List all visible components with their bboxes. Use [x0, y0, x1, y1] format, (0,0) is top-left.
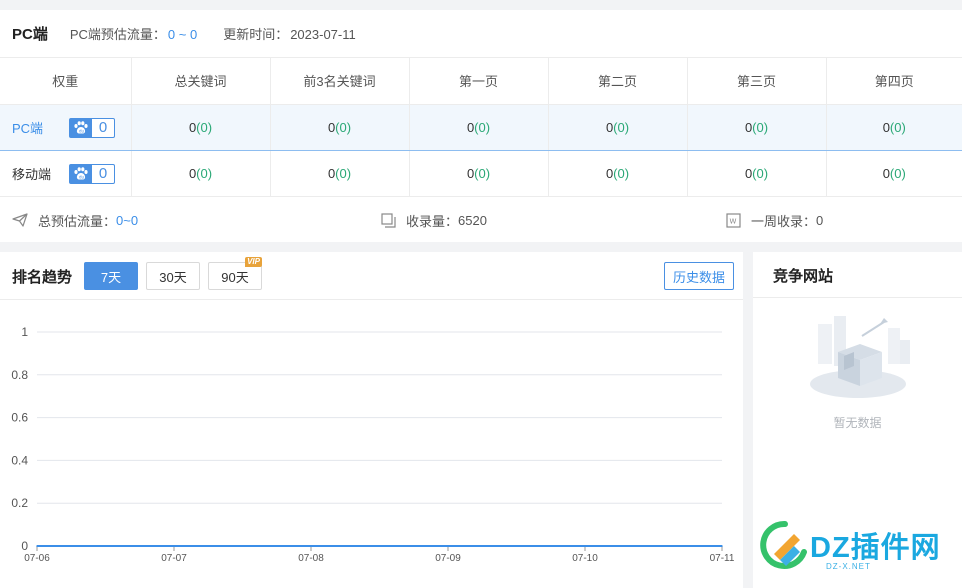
dz-logo-icon	[760, 520, 807, 569]
y-tick-label: 0.6	[11, 411, 28, 425]
total-traffic: 总预估流量： 0~0	[12, 211, 138, 230]
rank-trend-chart: 0 0.2 0.4 0.6 0.8 1 07-06 07-07 07-08 07-09 07-10 0…	[11, 325, 735, 564]
data-point	[721, 545, 723, 547]
empty-box-illustration	[810, 316, 910, 398]
x-tick-label: 07-07	[161, 553, 187, 564]
col-header: 前3名关键词	[270, 58, 410, 105]
baidu-paw-icon: du	[70, 118, 92, 137]
update-time-label: 更新时间：	[223, 27, 289, 42]
copy-icon	[381, 212, 396, 228]
pc-traffic-label: PC端预估流量：	[69, 27, 166, 42]
table-cell: 0(0)	[826, 150, 962, 197]
total-traffic-label: 总预估流量：	[38, 213, 117, 229]
weekly-indexed: W 一周收录： 0	[726, 211, 823, 230]
table-cell: 0(0)	[409, 150, 549, 197]
x-tick-label: 07-10	[572, 553, 598, 564]
svg-text:du: du	[79, 128, 85, 133]
baidu-paw-icon: du	[70, 164, 92, 183]
weight-value: 0	[98, 164, 108, 182]
table-cell: 0(0)	[548, 103, 688, 151]
col-header: 总关键词	[131, 58, 271, 105]
indexed-label: 收录量：	[406, 213, 459, 229]
top-strip	[0, 0, 962, 10]
y-tick-label: 0	[21, 539, 28, 553]
col-header: 第二页	[548, 58, 688, 105]
range-30d-button[interactable]: 30天	[146, 262, 200, 290]
table-cell: 0(0)	[826, 103, 962, 151]
rank-table: 权重 总关键词 前3名关键词 第一页 第二页 第三页 第四页 PC端 du 0	[0, 58, 962, 197]
indexed-value: 6520	[458, 212, 487, 228]
table-cell: 0(0)	[687, 103, 827, 151]
x-tick-label: 07-11	[710, 553, 735, 564]
table-row-pc[interactable]: PC端 du 0 0(0) 0(0) 0(0) 0(0) 0(0) 0(0)	[0, 103, 962, 151]
table-cell: 0(0)	[687, 150, 827, 197]
data-point	[173, 545, 175, 547]
table-cell: 0(0)	[131, 150, 271, 197]
range-90d-button[interactable]: 90天 VIP	[208, 257, 262, 290]
range-90d-label: 90天	[221, 269, 249, 285]
data-point	[447, 545, 449, 547]
competitor-header: 竞争网站	[753, 252, 962, 298]
table-cell: 0(0)	[270, 150, 410, 197]
section-title: PC端	[12, 26, 48, 43]
baidu-weight-badge[interactable]: du 0	[69, 117, 115, 138]
watermark-brand: DZ插件网	[810, 532, 941, 564]
y-tick-label: 0.8	[11, 368, 28, 382]
col-header: 第四页	[826, 58, 962, 105]
data-point	[584, 545, 586, 547]
weight-value: 0	[98, 118, 108, 136]
pc-traffic: PC端预估流量： 0 ~ 0	[70, 24, 197, 43]
rank-table-header: 权重 总关键词 前3名关键词 第一页 第二页 第三页 第四页	[0, 58, 962, 105]
send-icon	[12, 213, 28, 227]
col-header: 第一页	[409, 58, 549, 105]
rank-trend-card: 排名趋势 7天 30天 90天 VIP 历史数据 0 0.2 0.4 0.6 0.8 1 0…	[0, 252, 743, 588]
svg-text:W: W	[730, 217, 737, 225]
x-tick-label: 07-08	[298, 553, 324, 564]
watermark-domain: DZ-X.NET	[826, 562, 871, 571]
trend-header: 排名趋势 7天 30天 90天 VIP 历史数据	[0, 252, 743, 300]
y-tick-label: 0.2	[11, 496, 28, 510]
range-7d-button[interactable]: 7天	[84, 262, 138, 290]
dz-watermark: DZ插件网 DZ-X.NET	[758, 520, 958, 580]
empty-state-text: 暂无数据	[833, 416, 882, 430]
table-cell: 0(0)	[270, 103, 410, 151]
y-tick-label: 1	[21, 325, 28, 339]
pc-header: PC端 PC端预估流量： 0 ~ 0 更新时间： 2023-07-11	[0, 10, 962, 58]
total-traffic-value: 0~0	[116, 212, 139, 228]
update-time-value: 2023-07-11	[290, 27, 356, 42]
data-point	[36, 545, 38, 547]
baidu-weight-badge[interactable]: du 0	[69, 163, 115, 184]
x-tick-label: 07-06	[24, 553, 50, 564]
pc-traffic-value: 0 ~ 0	[167, 27, 198, 42]
row-label-cell: PC端 du 0	[0, 103, 132, 151]
table-cell: 0(0)	[409, 103, 549, 151]
table-row-mobile[interactable]: 移动端 du 0 0(0) 0(0) 0(0) 0(0) 0(0) 0(0)	[0, 150, 962, 197]
weekly-label: 一周收录：	[751, 213, 817, 229]
update-time: 更新时间： 2023-07-11	[223, 24, 356, 43]
pc-overview-card: PC端 PC端预估流量： 0 ~ 0 更新时间： 2023-07-11 权重 总关键…	[0, 10, 962, 242]
weekly-value: 0	[816, 212, 824, 228]
svg-text:du: du	[79, 174, 85, 179]
history-data-button[interactable]: 历史数据	[664, 262, 734, 290]
table-cell: 0(0)	[131, 103, 271, 151]
indexed-count: 收录量： 6520	[381, 211, 487, 230]
word-doc-icon: W	[726, 212, 741, 228]
table-cell: 0(0)	[548, 150, 688, 197]
col-header: 权重	[0, 58, 132, 105]
row-label: PC端	[12, 120, 44, 136]
col-header: 第三页	[687, 58, 827, 105]
x-tick-label: 07-09	[435, 553, 461, 564]
vip-badge: VIP	[245, 257, 262, 267]
trend-title: 排名趋势	[12, 269, 73, 286]
competitor-title: 竞争网站	[773, 268, 834, 285]
summary-bar: 总预估流量： 0~0 收录量： 6520 W 一周收录： 0	[0, 197, 962, 242]
data-point	[310, 545, 312, 547]
row-label: 移动端	[12, 166, 52, 182]
y-tick-label: 0.4	[11, 453, 28, 467]
row-label-cell: 移动端 du 0	[0, 150, 132, 197]
